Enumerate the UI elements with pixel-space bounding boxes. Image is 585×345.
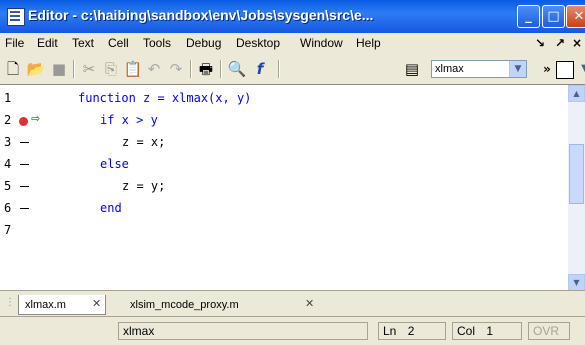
code-text: else	[100, 157, 129, 171]
new-file-icon[interactable]: 🗋	[3, 59, 23, 79]
line-number: 4	[4, 157, 12, 171]
status-ln-value: 2	[407, 324, 415, 338]
status-col-value: 1	[486, 324, 494, 338]
status-col-label: Col	[457, 324, 476, 338]
current-line-arrow-icon: ⇨	[31, 112, 41, 125]
cut-icon[interactable]: ✂	[79, 59, 99, 79]
open-folder-icon[interactable]: 📂	[26, 59, 46, 79]
undock-icon[interactable]: ↗	[555, 36, 565, 50]
code-line: z = x;	[122, 135, 165, 149]
executable-line-marker[interactable]	[20, 186, 29, 187]
menu-desktop[interactable]: Desktop	[236, 36, 280, 50]
status-ovr: OVR	[528, 322, 570, 340]
code-line: end	[100, 201, 122, 215]
executable-line-marker[interactable]	[20, 164, 29, 165]
status-ln-label: Ln	[383, 324, 397, 338]
code-editor[interactable]: 1 2 3 4 5 6 7 ⇨ function z = xlmax(x, y)…	[0, 84, 585, 291]
line-number: 7	[4, 223, 12, 237]
close-doc-icon[interactable]: ×	[572, 36, 582, 50]
window-title: Editor - c:\haibing\sandbox\env\Jobs\sys…	[28, 7, 374, 23]
menu-file[interactable]: File	[5, 36, 24, 50]
chevron-down-icon[interactable]: ▼	[575, 59, 585, 79]
menu-help[interactable]: Help	[356, 36, 381, 50]
function-icon[interactable]: f	[250, 59, 270, 79]
executable-line-marker[interactable]	[20, 208, 29, 209]
editor-window: Editor - c:\haibing\sandbox\env\Jobs\sys…	[0, 0, 585, 345]
scroll-up-icon[interactable]: ▲	[568, 85, 585, 102]
undo-icon[interactable]: ↶	[144, 59, 164, 79]
maximize-button[interactable]: □	[542, 5, 565, 28]
executable-line-marker[interactable]	[20, 142, 29, 143]
code-text: end	[100, 201, 122, 215]
vertical-scrollbar[interactable]: ▲ ▼	[568, 85, 585, 291]
tab-xlsim-mcode-proxy[interactable]: xlsim_mcode_proxy.m	[124, 295, 245, 315]
status-column: Col 1	[452, 322, 522, 340]
line-number: 3	[4, 135, 12, 149]
tab-label: xlmax.m	[25, 299, 66, 311]
line-gutter: 1 2 3 4 5 6 7 ⇨	[0, 85, 60, 291]
code-line: function z = xlmax(x, y)	[78, 91, 251, 105]
toolbar-overflow-icon[interactable]: »	[537, 59, 557, 79]
title-bar[interactable]: Editor - c:\haibing\sandbox\env\Jobs\sys…	[0, 0, 585, 33]
line-number: 2	[4, 113, 12, 127]
function-combo-value: xlmax	[435, 63, 464, 75]
toolbar-separator	[220, 60, 222, 78]
code-text: z = x;	[122, 135, 166, 149]
save-icon[interactable]: ■	[49, 59, 69, 79]
toolbar-separator	[190, 60, 192, 78]
tab-close-icon[interactable]: ✕	[305, 297, 314, 310]
editor-app-icon[interactable]	[7, 8, 25, 26]
status-function: xlmax	[118, 322, 368, 340]
menu-tools[interactable]: Tools	[143, 36, 171, 50]
menu-debug[interactable]: Debug	[186, 36, 221, 50]
code-line: else	[100, 157, 129, 171]
line-number: 5	[4, 179, 12, 193]
tab-close-icon[interactable]: ✕	[92, 297, 101, 310]
toolbar: 🗋 📂 ■ ✂ ⎘ 📋 ↶ ↷ 🖶 🔍 f ▤ xlmax ▼ » ▼	[0, 54, 585, 85]
function-combo[interactable]: xlmax ▼	[431, 60, 527, 78]
find-binoculars-icon[interactable]: 🔍	[227, 59, 247, 79]
tab-grip-icon: ⋮	[5, 297, 15, 308]
line-number: 6	[4, 201, 12, 215]
paste-icon[interactable]: 📋	[123, 59, 143, 79]
code-text: z = y;	[122, 179, 166, 193]
dock-icon[interactable]: ↘	[535, 36, 545, 50]
status-bar: xlmax Ln 2 Col 1 OVR	[0, 316, 585, 345]
show-functions-icon[interactable]: ▤	[402, 59, 422, 79]
menu-window[interactable]: Window	[300, 36, 343, 50]
code-line: z = y;	[122, 179, 165, 193]
chevron-down-icon[interactable]: ▼	[509, 61, 526, 77]
menu-text[interactable]: Text	[72, 36, 94, 50]
redo-icon[interactable]: ↷	[166, 59, 186, 79]
code-text: if x > y	[100, 113, 158, 127]
cell-mode-checkbox[interactable]	[556, 61, 574, 79]
status-line: Ln 2	[378, 322, 446, 340]
close-button[interactable]: ✕	[566, 5, 585, 28]
code-line: if x > y	[100, 113, 158, 127]
toolbar-separator	[73, 60, 75, 78]
minimize-button[interactable]: _	[517, 5, 540, 28]
document-tabs: ⋮ xlmax.m ✕ xlsim_mcode_proxy.m ✕	[0, 290, 585, 317]
scroll-thumb[interactable]	[569, 144, 584, 204]
code-text: function z = xlmax(x, y)	[78, 91, 252, 105]
breakpoint-icon[interactable]	[19, 117, 28, 126]
print-icon[interactable]: 🖶	[196, 59, 216, 79]
toolbar-separator	[278, 60, 280, 78]
menu-bar: File Edit Text Cell Tools Debug Desktop …	[0, 33, 585, 55]
menu-cell[interactable]: Cell	[108, 36, 129, 50]
line-number: 1	[4, 91, 12, 105]
scroll-down-icon[interactable]: ▼	[568, 274, 585, 291]
copy-icon[interactable]: ⎘	[101, 59, 121, 79]
menu-edit[interactable]: Edit	[37, 36, 58, 50]
tab-label: xlsim_mcode_proxy.m	[130, 299, 239, 311]
